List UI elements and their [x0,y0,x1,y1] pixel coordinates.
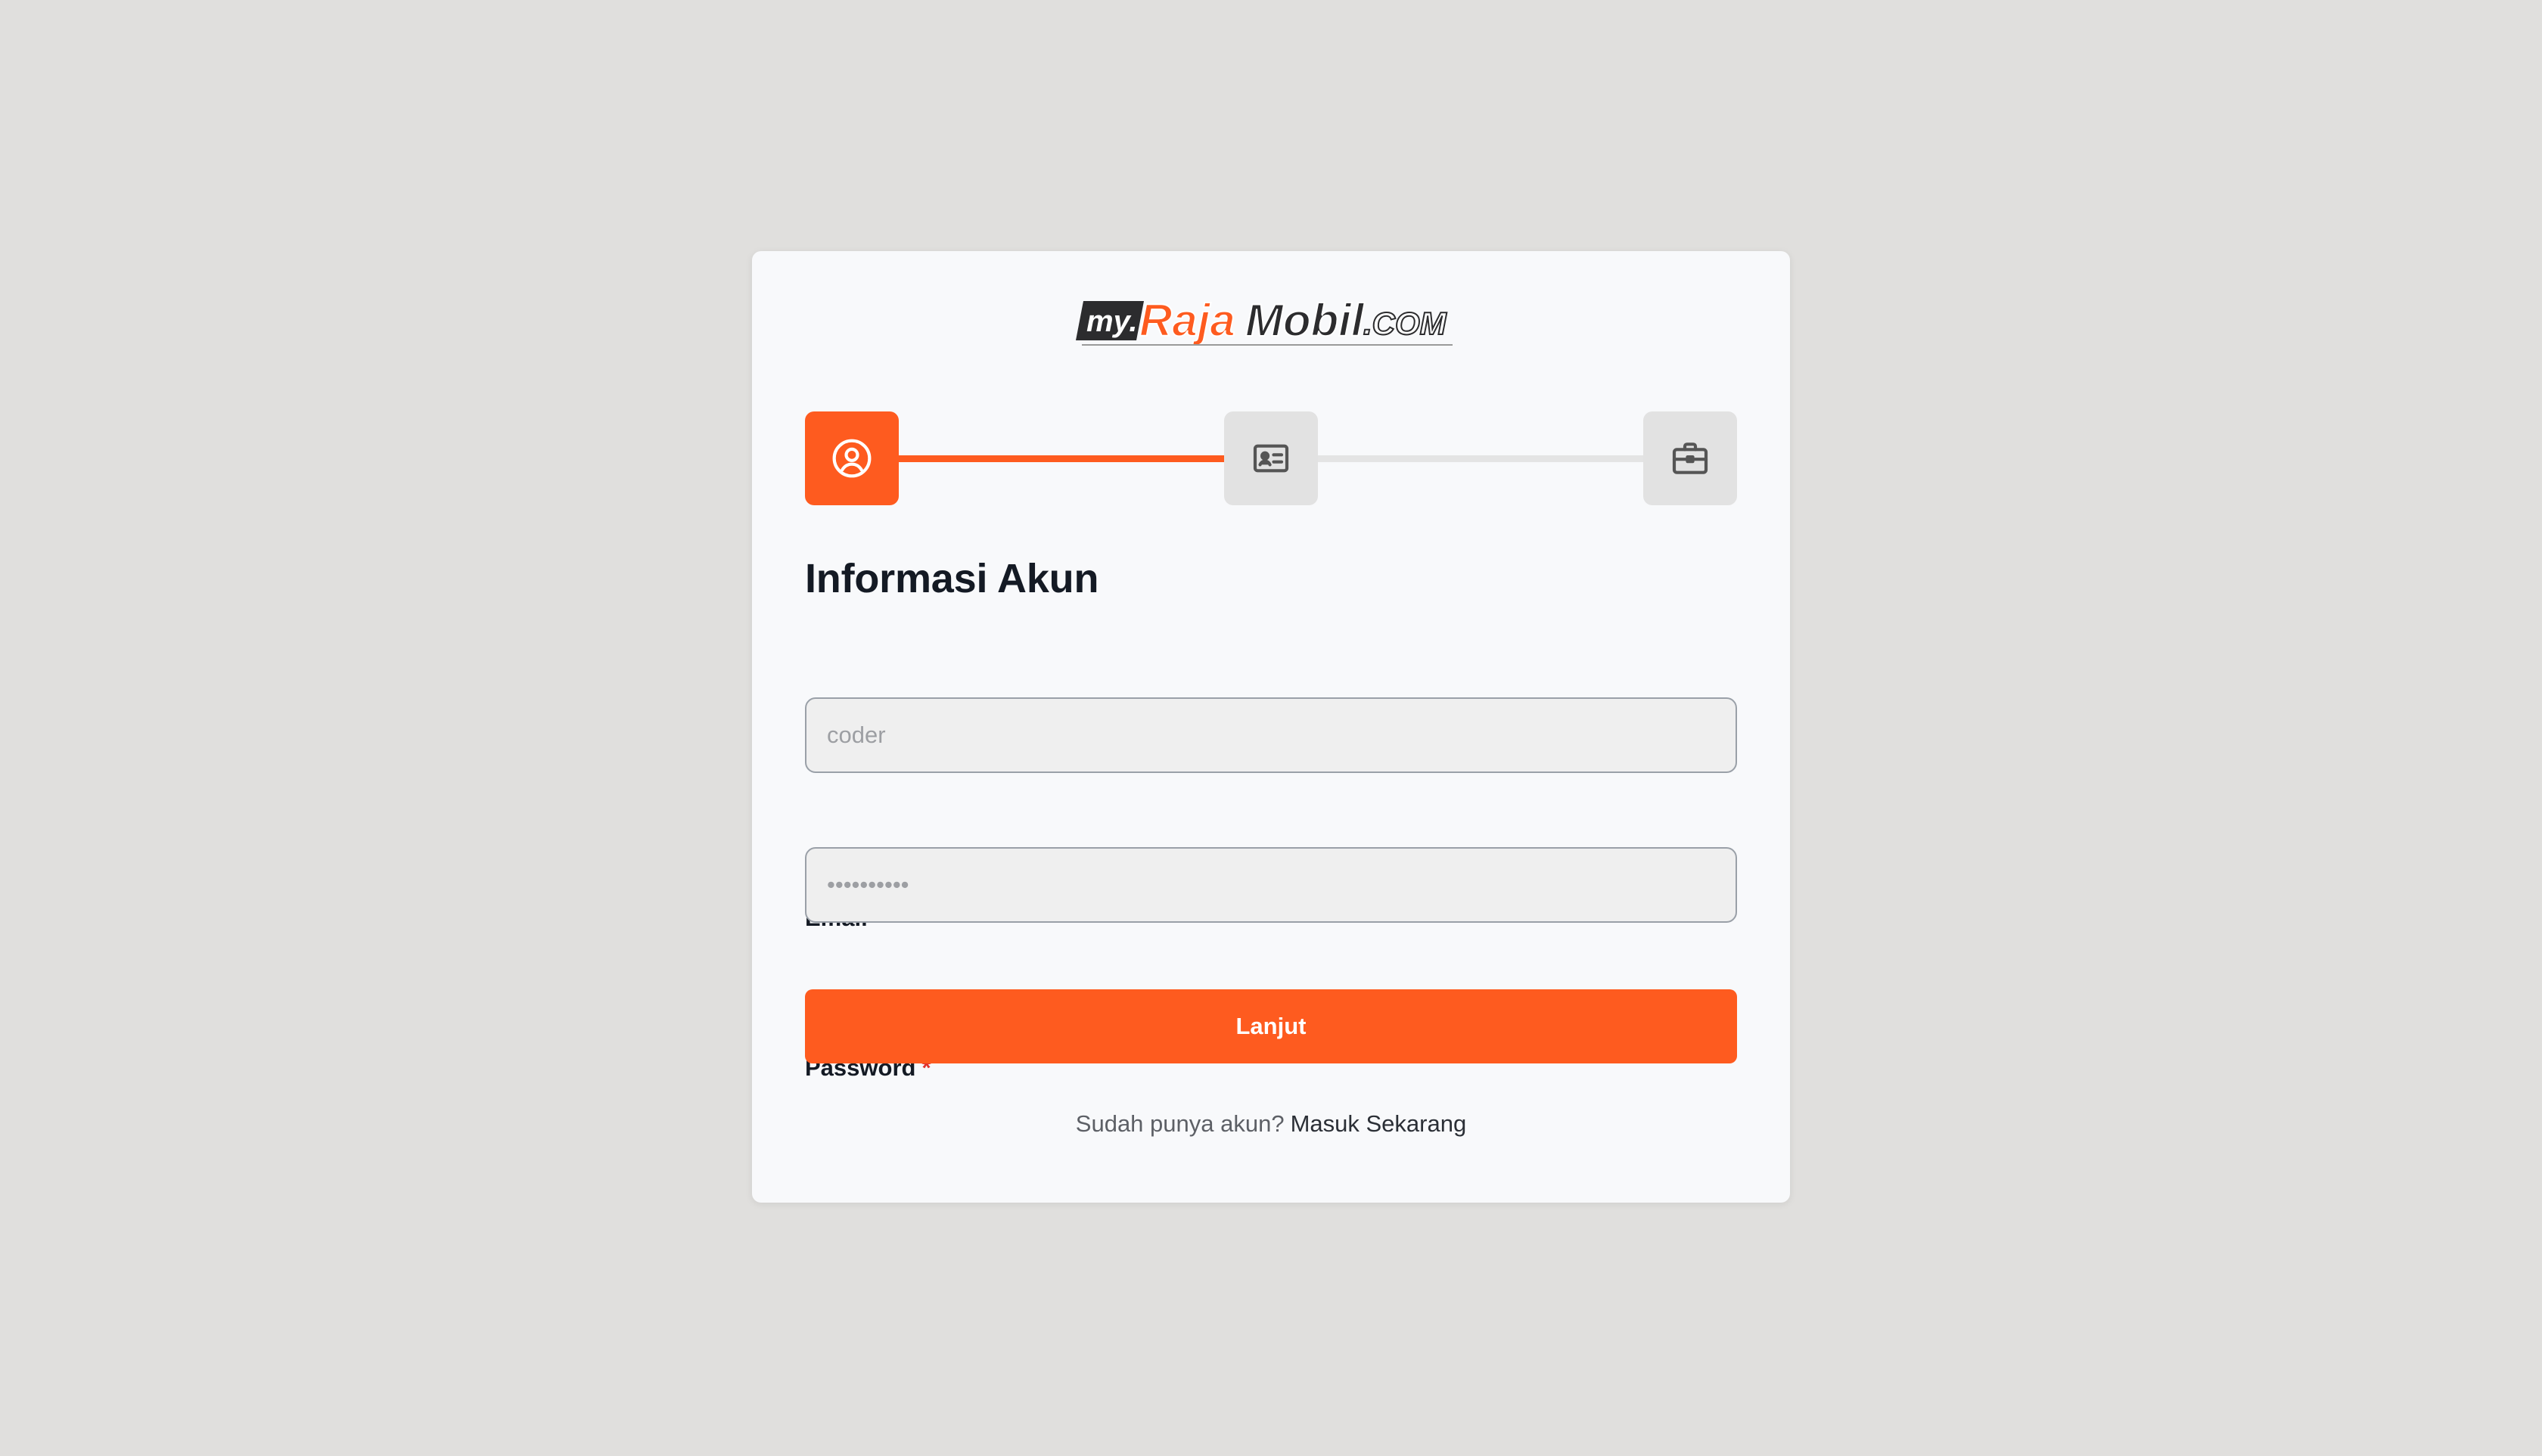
login-now-link[interactable]: Masuk Sekarang [1291,1110,1467,1137]
briefcase-icon [1672,442,1708,474]
step-personal-info[interactable] [1224,411,1318,505]
user-circle-icon [832,439,872,478]
step-business-info[interactable] [1643,411,1737,505]
id-card-icon [1253,444,1289,473]
login-prompt: Sudah punya akun? Masuk Sekarang [752,1110,1790,1138]
step-account-info[interactable] [805,411,899,505]
email-field[interactable] [805,697,1737,773]
login-prompt-text: Sudah punya akun? [1075,1110,1285,1137]
step-connector-complete [899,455,1224,462]
svg-text:my.: my. [1086,305,1137,338]
registration-stepper [805,411,1737,505]
page-title: Informasi Akun [805,556,1099,601]
register-card: my. Raja Mobil .COM Informasi Akun coder… [752,251,1790,1203]
brand-logo[interactable]: my. Raja Mobil .COM [752,293,1790,355]
next-button[interactable]: Lanjut [805,989,1737,1063]
svg-text:.COM: .COM [1363,306,1447,341]
svg-text:Mobil: Mobil [1245,295,1365,346]
svg-text:Raja: Raja [1139,295,1235,346]
password-field[interactable] [805,847,1737,923]
logo-image: my. Raja Mobil .COM [1076,294,1453,346]
step-connector-pending [1318,455,1643,462]
